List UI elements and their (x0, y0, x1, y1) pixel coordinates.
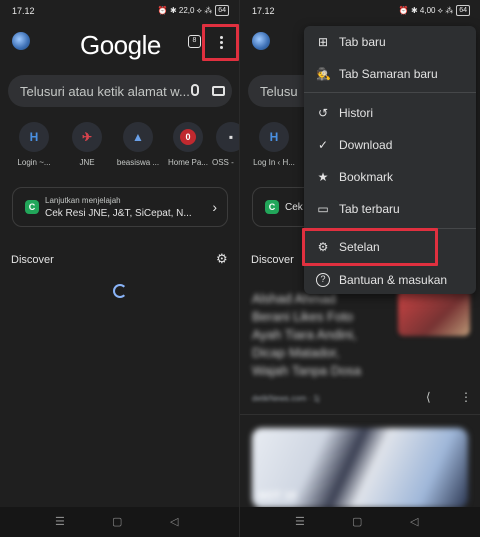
menu-item-help[interactable]: ? Bantuan & masukan (304, 265, 476, 295)
banner-text: HOT 10 (258, 490, 297, 502)
search-placeholder: Telusu (260, 84, 298, 99)
system-nav-bar: ☰ ▢ ◁ (0, 507, 239, 537)
site-favicon-icon: C (265, 200, 279, 214)
menu-item-label: Bantuan & masukan (339, 273, 448, 287)
shortcut-label: Login ~... (17, 158, 51, 167)
headline-line: Ayah Tiara Andini, (252, 327, 357, 342)
shortcut-label: Log In ‹ H... (253, 158, 295, 167)
back-icon[interactable]: ◁ (170, 515, 178, 528)
resume-title: Cek Resi JNE, J&T, SiCepat, N... (45, 208, 192, 219)
menu-item-label: Download (339, 138, 393, 152)
menu-item-incognito-tab[interactable]: 🕵 Tab Samaran baru (304, 59, 476, 89)
search-placeholder: Telusuri atau ketik alamat w... (20, 84, 190, 99)
home-icon[interactable]: ▢ (112, 515, 122, 528)
menu-item-new-tab[interactable]: ⊞ Tab baru (304, 27, 476, 57)
status-icons: ⏰ ✱ 4,00 ⟡ ⁂ 64 (399, 5, 470, 16)
camera-icon[interactable] (212, 86, 225, 96)
status-icon-group: ⏰ ✱ 4,00 ⟡ ⁂ (398, 5, 454, 15)
news-thumbnail[interactable] (398, 290, 470, 336)
google-logo: Google (80, 30, 161, 60)
shortcut-tile[interactable]: ▲ beasiswa ... (113, 122, 163, 167)
search-bar[interactable]: Telusuri atau ketik alamat w... (8, 75, 232, 107)
shortcut-tile[interactable]: ▪ OSS - (212, 122, 239, 167)
menu-item-history[interactable]: ↺ Histori (304, 98, 476, 128)
home-icon[interactable]: ▢ (352, 515, 362, 528)
loading-spinner-icon (113, 284, 127, 298)
resume-browsing-card[interactable]: C Lanjutkan menjelajah Cek Resi JNE, J&T… (12, 187, 228, 227)
menu-divider (304, 92, 476, 93)
shortcut-icon: ▪ (216, 122, 239, 152)
incognito-icon: 🕵 (316, 67, 331, 81)
headline-line: Wajah Tanpa Dosa (252, 363, 362, 378)
menu-item-bookmarks[interactable]: ★ Bookmark (304, 162, 476, 192)
profile-avatar[interactable] (12, 32, 30, 50)
menu-item-label: Bookmark (339, 170, 394, 184)
status-time: 17.12 (12, 6, 35, 16)
battery-icon: 64 (215, 5, 229, 16)
discover-heading: Discover (251, 254, 294, 266)
battery-icon: 64 (456, 5, 470, 16)
shortcut-icon: 0 (173, 122, 203, 152)
shortcut-tile[interactable]: ✈ JNE (62, 122, 112, 167)
resume-caption: Lanjutkan menjelajah (45, 196, 121, 205)
menu-item-downloads[interactable]: ✓ Download (304, 130, 476, 160)
discover-heading: Discover (11, 254, 54, 266)
chevron-right-icon: › (212, 199, 217, 215)
status-icon-group: ⏰ ✱ 22,0 ⟡ ⁂ (157, 5, 213, 15)
new-tab-icon: ⊞ (317, 35, 329, 49)
tab-switcher-button[interactable]: 8 (188, 35, 201, 48)
news-headline[interactable]: Alshad Ahmad Berani Likes Foto Ayah Tiar… (252, 290, 392, 380)
headline-line: Berani Likes Foto (252, 309, 354, 324)
news-banner-image[interactable]: HOT 10 (252, 428, 468, 508)
shortcut-label: OSS - (212, 158, 234, 167)
devices-icon: ▭ (317, 202, 329, 216)
feed-divider (240, 414, 480, 415)
shortcut-icon: ▲ (123, 122, 153, 152)
shortcut-tile[interactable]: H Login ~... (9, 122, 59, 167)
more-vert-icon[interactable]: ⋮ (460, 390, 472, 404)
shortcut-tile[interactable]: H Log In ‹ H... (249, 122, 299, 167)
download-icon: ✓ (317, 138, 329, 152)
menu-item-label: Tab terbaru (339, 202, 400, 216)
menu-item-label: Tab Samaran baru (339, 67, 438, 81)
left-screenshot: 17.12 ⏰ ✱ 22,0 ⟡ ⁂ 64 Google 8 Telusuri … (0, 0, 240, 537)
news-source: detikNews.com · 1j (252, 394, 320, 403)
shortcut-icon: ✈ (72, 122, 102, 152)
status-bar: 17.12 ⏰ ✱ 22,0 ⟡ ⁂ 64 (0, 0, 239, 22)
star-icon: ★ (317, 170, 329, 184)
menu-item-label: Tab baru (339, 35, 386, 49)
history-icon: ↺ (317, 106, 329, 120)
mic-icon[interactable] (191, 84, 199, 96)
status-icons: ⏰ ✱ 22,0 ⟡ ⁂ 64 (158, 5, 229, 16)
help-icon: ? (316, 273, 330, 287)
site-favicon-icon: C (25, 200, 39, 214)
back-icon[interactable]: ◁ (410, 515, 418, 528)
highlight-box-menu (202, 24, 239, 61)
menu-item-label: Histori (339, 106, 374, 120)
headline-line: Dicap Matador, (252, 345, 340, 360)
share-icon[interactable]: ⟨ (426, 390, 431, 404)
system-nav-bar: ☰ ▢ ◁ (240, 507, 480, 537)
shortcut-tile[interactable]: 0 Home Pa... (163, 122, 213, 167)
recents-icon[interactable]: ☰ (295, 515, 305, 528)
gear-icon[interactable]: ⚙ (216, 251, 228, 267)
profile-avatar[interactable] (252, 32, 270, 50)
shortcut-label: beasiswa ... (116, 158, 160, 167)
shortcut-icon: H (19, 122, 49, 152)
status-bar: 17.12 ⏰ ✱ 4,00 ⟡ ⁂ 64 (240, 0, 480, 22)
status-time: 17.12 (252, 6, 275, 16)
highlight-box-settings (302, 228, 438, 266)
shortcut-label: Home Pa... (167, 158, 208, 167)
shortcut-label: JNE (79, 158, 95, 167)
shortcut-icon: H (259, 122, 289, 152)
recents-icon[interactable]: ☰ (55, 515, 65, 528)
shortcut-tiles: H Login ~... ✈ JNE ▲ beasiswa ... 0 Home… (0, 122, 239, 172)
menu-item-recent-tabs[interactable]: ▭ Tab terbaru (304, 194, 476, 224)
